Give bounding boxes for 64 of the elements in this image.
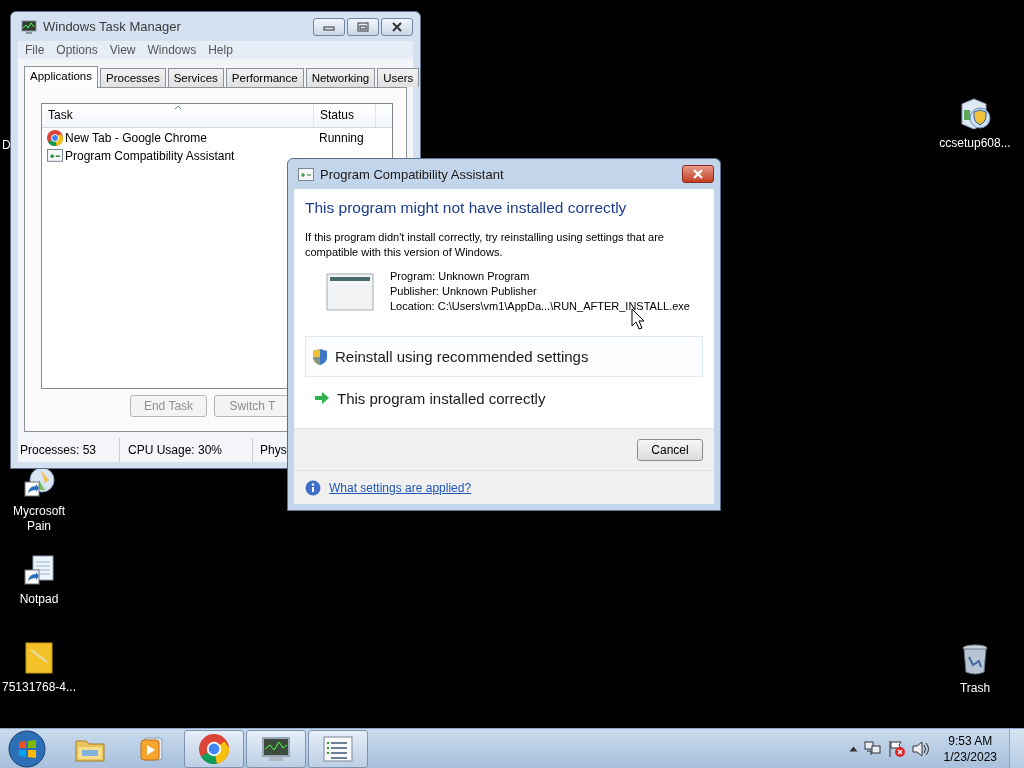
window-title: Program Compatibility Assistant bbox=[320, 166, 504, 182]
command-link[interactable]: This program installed correctly bbox=[305, 379, 703, 417]
network-icon[interactable] bbox=[863, 740, 882, 757]
list-window-icon bbox=[323, 735, 353, 762]
shield-icon bbox=[312, 347, 328, 366]
detail-text: Publisher: Unknown Publisher bbox=[390, 284, 538, 299]
chrome-icon bbox=[199, 733, 229, 764]
tab[interactable]: Networking bbox=[305, 68, 376, 87]
monitor-icon bbox=[21, 19, 37, 34]
speaker-icon[interactable] bbox=[911, 740, 930, 757]
program-window-icon bbox=[47, 149, 63, 162]
tab[interactable]: Applications bbox=[24, 66, 98, 88]
menu-item[interactable]: Options bbox=[52, 43, 102, 57]
window-title: Windows Task Manager bbox=[43, 19, 181, 34]
caret-icon[interactable] bbox=[848, 745, 858, 752]
clock-date[interactable]: 1/23/2023 bbox=[943, 748, 997, 765]
clock-time[interactable]: 9:53 AM bbox=[948, 732, 993, 749]
icon-label[interactable]: Mycrosoft Pain bbox=[1, 504, 77, 534]
detail-text: Location: C:\Users\vm1\AppDa...\RUN_AFTER_INSTALL.exe bbox=[390, 299, 690, 314]
close-button[interactable] bbox=[682, 165, 714, 183]
icon-label[interactable]: ccsetup608... bbox=[939, 136, 1011, 151]
menu-item[interactable]: Windows bbox=[143, 43, 201, 57]
tab[interactable]: Users bbox=[377, 68, 420, 87]
status-text: Processes: 53 bbox=[20, 443, 97, 457]
installer-icon bbox=[958, 96, 992, 130]
notepad-shortcut-icon bbox=[23, 554, 55, 586]
icon-label[interactable]: 75131768-4... bbox=[1, 680, 77, 695]
program-window-icon bbox=[298, 167, 314, 181]
flag-icon[interactable] bbox=[887, 739, 906, 758]
icon-label[interactable]: Trash bbox=[959, 681, 991, 696]
program-window-icon bbox=[326, 272, 374, 311]
status-text: CPU Usage: 30% bbox=[128, 443, 223, 457]
taskbar-button[interactable] bbox=[246, 729, 306, 768]
trash-bin-icon bbox=[961, 643, 989, 675]
table-cell: New Tab - Google Chrome bbox=[65, 130, 207, 145]
menu-item[interactable]: View bbox=[105, 43, 140, 57]
help-link[interactable]: What settings are applied? bbox=[329, 480, 472, 495]
tab[interactable]: Services bbox=[167, 68, 224, 87]
tab[interactable]: Performance bbox=[225, 68, 304, 87]
table-cell: Running bbox=[319, 130, 364, 145]
close-button[interactable] bbox=[381, 17, 413, 36]
detail-text: Program: Unknown Program bbox=[390, 269, 531, 284]
icon-label[interactable]: D bbox=[2, 138, 11, 153]
arrow-icon bbox=[314, 391, 330, 405]
document-icon bbox=[25, 642, 53, 674]
icon-label[interactable]: Notpad bbox=[19, 592, 59, 607]
column-header[interactable]: Task bbox=[42, 104, 314, 127]
taskbar-button[interactable] bbox=[308, 729, 368, 768]
cancel-button[interactable]: Cancel bbox=[637, 438, 703, 461]
minimize-button[interactable] bbox=[313, 17, 345, 36]
table-cell: Program Compatibility Assistant bbox=[65, 148, 235, 163]
chrome-icon bbox=[47, 129, 63, 146]
menu-item[interactable]: File bbox=[21, 43, 49, 57]
column-header[interactable]: Status bbox=[314, 104, 376, 127]
menu-item[interactable]: Help bbox=[204, 43, 237, 57]
dialog-heading: This program might not have installed correctly bbox=[305, 198, 628, 218]
info-icon bbox=[305, 479, 321, 496]
message-text: If this program didn't install correctly, try reinstalling using settings that are compatible with this version of Windows. bbox=[305, 230, 665, 260]
command-link[interactable]: Reinstall using recommended settings bbox=[305, 336, 703, 377]
monitor-icon bbox=[259, 734, 293, 763]
taskbar-button[interactable] bbox=[184, 729, 244, 768]
start-button[interactable] bbox=[8, 729, 46, 768]
tab[interactable]: Processes bbox=[100, 68, 166, 87]
media-player-icon bbox=[138, 734, 166, 763]
